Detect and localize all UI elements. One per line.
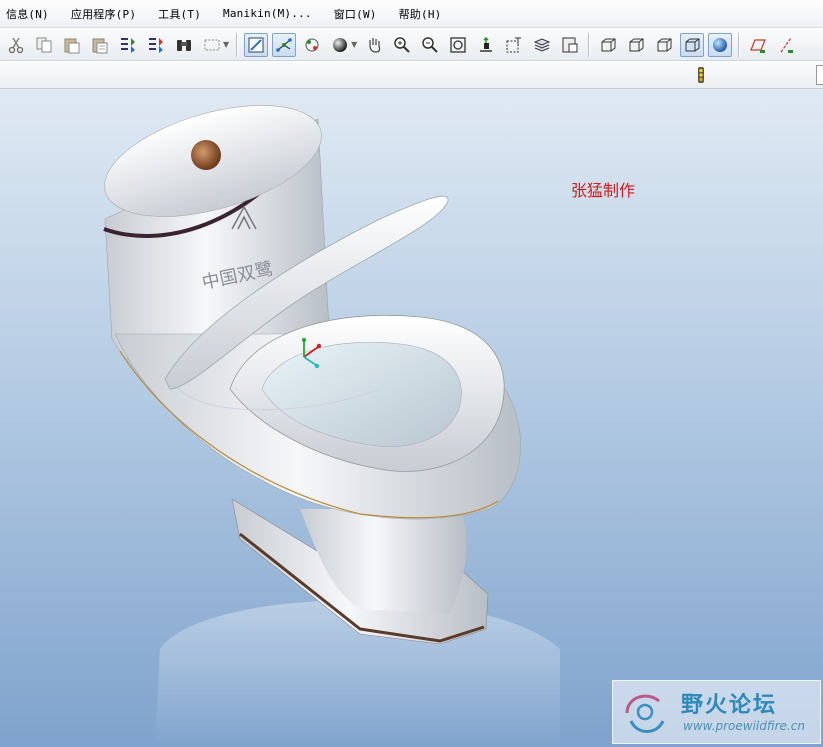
appearance-dropdown-icon[interactable]: ▼ (351, 40, 357, 49)
view-manager-icon[interactable] (558, 33, 582, 57)
reorient-icon[interactable] (474, 33, 498, 57)
menu-window[interactable]: 窗口(W) (332, 4, 379, 24)
find-icon[interactable] (172, 33, 196, 57)
status-strip (0, 62, 823, 89)
regenerate-icon[interactable] (116, 33, 140, 57)
layers-icon[interactable] (530, 33, 554, 57)
hidden-line-icon[interactable] (624, 33, 648, 57)
flush-button (191, 140, 221, 170)
menu-manikin[interactable]: Manikin(M)... (221, 5, 314, 22)
wireframe-icon[interactable] (596, 33, 620, 57)
redraw-icon[interactable] (244, 32, 269, 57)
menu-tools[interactable]: 工具(T) (156, 4, 203, 24)
shading-icon[interactable] (680, 32, 705, 57)
zoom-in-icon[interactable] (390, 33, 414, 57)
cut-icon[interactable] (4, 33, 28, 57)
no-hidden-icon[interactable] (652, 33, 676, 57)
paste-special-icon[interactable] (88, 33, 112, 57)
menu-bar: 信息(N) 应用程序(P) 工具(T) Manikin(M)... 窗口(W) … (0, 0, 823, 28)
datum-axis-icon[interactable] (774, 33, 798, 57)
regenerate-manager-icon[interactable] (144, 33, 168, 57)
appearance-gallery-icon[interactable] (328, 33, 352, 57)
menu-help[interactable]: 帮助(H) (397, 4, 444, 24)
author-credit-text: 张猛制作 (571, 181, 636, 200)
side-panel-edge[interactable] (816, 65, 823, 85)
refit-icon[interactable] (446, 33, 470, 57)
pan-icon[interactable] (362, 33, 386, 57)
watermark-title: 野火论坛 (681, 693, 778, 718)
spin-center-icon[interactable] (272, 32, 297, 57)
enhanced-realism-icon[interactable] (708, 32, 733, 57)
saved-views-icon[interactable] (502, 33, 526, 57)
select-dropdown-icon[interactable]: ▼ (223, 40, 229, 49)
select-box-icon[interactable] (200, 33, 224, 57)
forum-logo-icon (625, 694, 665, 733)
toolbar-separator (738, 32, 741, 57)
watermark-url: www.proewildfire.cn (683, 719, 805, 733)
toolbar-separator (588, 32, 591, 57)
main-toolbar: ▼ ▼ (0, 29, 823, 61)
toilet-model: 中国双鹭 (103, 105, 560, 747)
paste-icon[interactable] (60, 33, 84, 57)
orient-mode-icon[interactable] (300, 33, 324, 57)
graphics-viewport[interactable]: 中国双鹭 张猛制作 野火论坛 www.proewildfire.cn (0, 89, 823, 747)
traffic-light-icon[interactable] (692, 66, 710, 84)
datum-plane-icon[interactable] (746, 33, 770, 57)
zoom-out-icon[interactable] (418, 33, 442, 57)
menu-info[interactable]: 信息(N) (4, 4, 51, 24)
toolbar-separator (236, 32, 239, 57)
menu-applications[interactable]: 应用程序(P) (69, 4, 138, 24)
copy-icon[interactable] (32, 33, 56, 57)
forum-watermark: 野火论坛 www.proewildfire.cn (612, 680, 821, 744)
